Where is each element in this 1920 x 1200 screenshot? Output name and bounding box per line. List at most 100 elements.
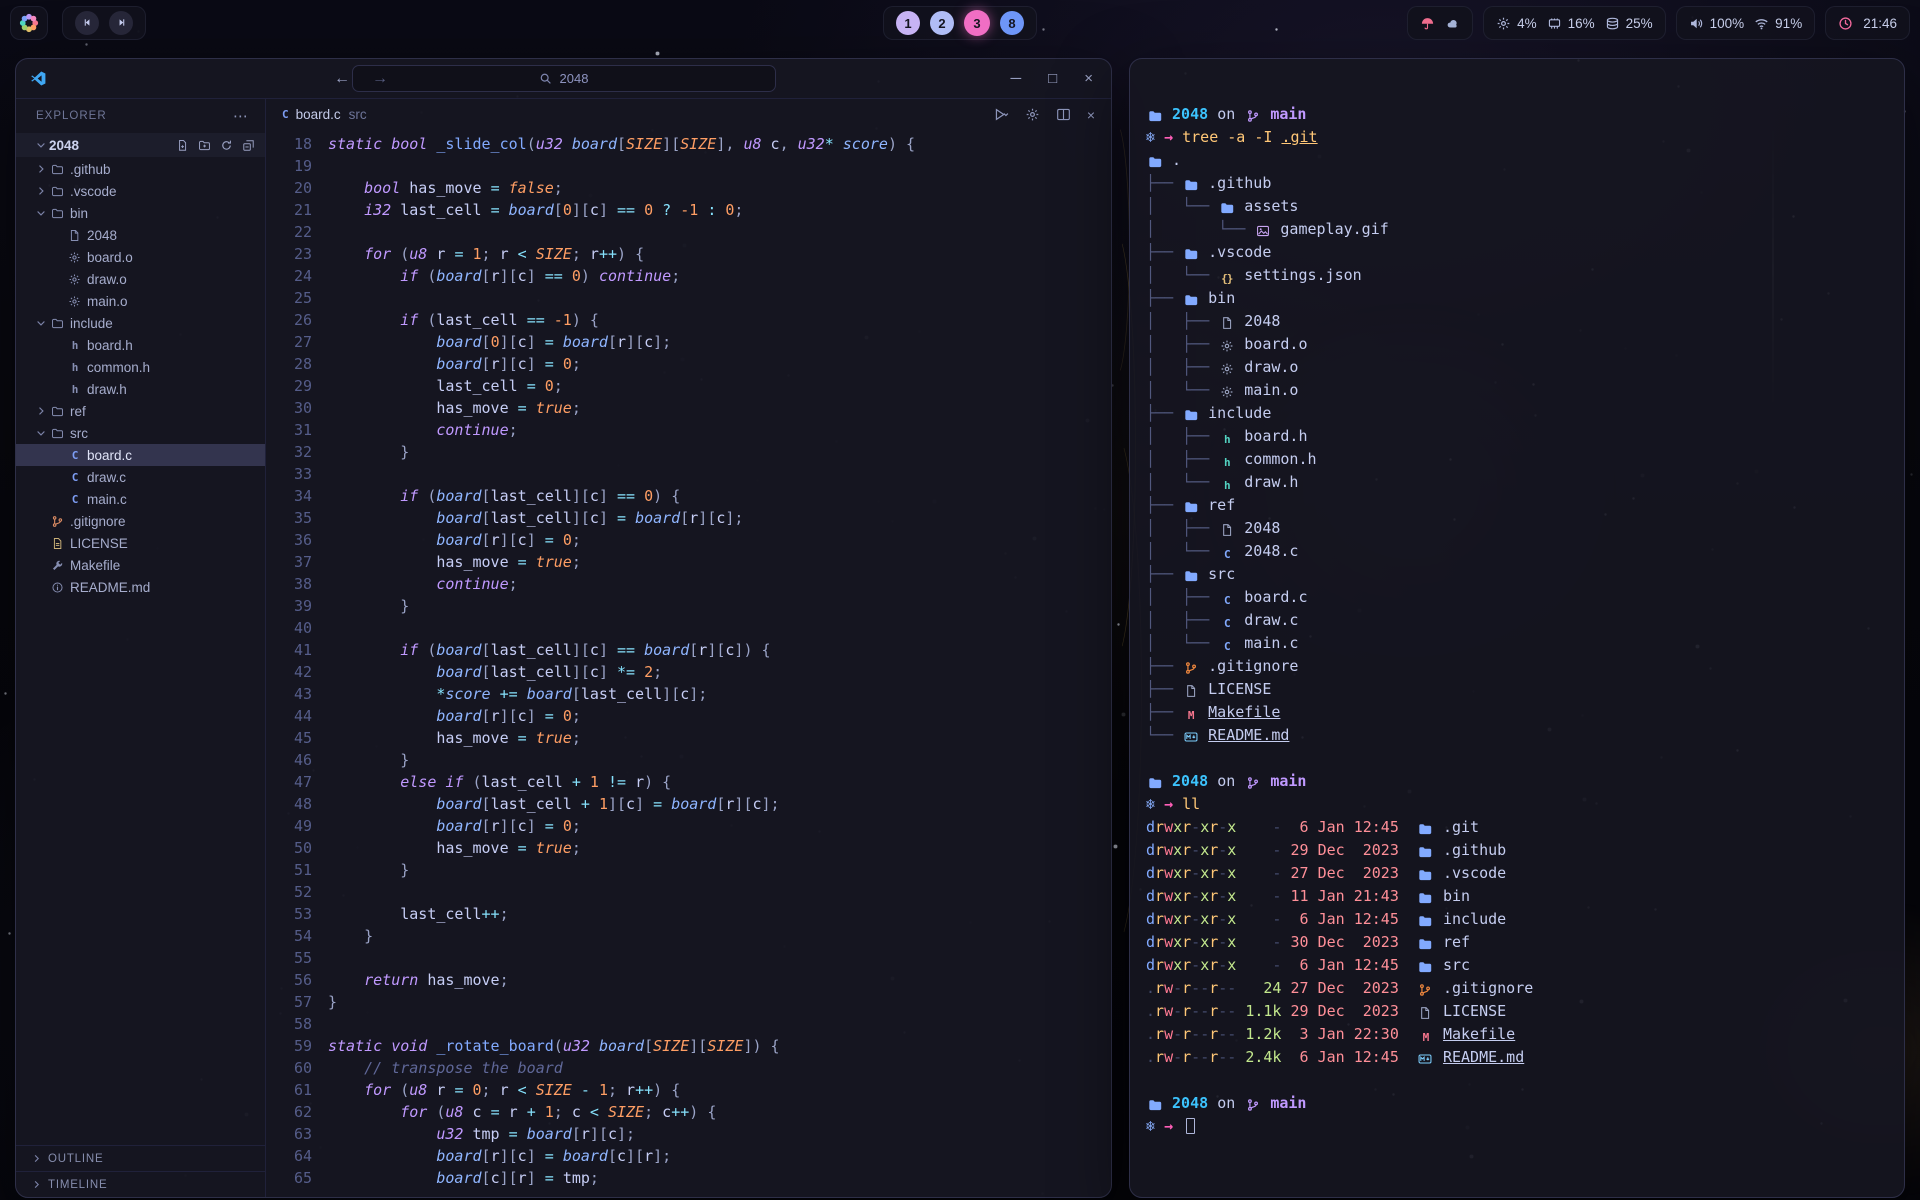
maximize-button[interactable]: □	[1048, 70, 1057, 87]
editor-settings-icon[interactable]	[1025, 107, 1040, 123]
code-line-50[interactable]: 50 has_move = true;	[266, 837, 1111, 859]
code-line-29[interactable]: 29 last_cell = 0;	[266, 375, 1111, 397]
code-line-18[interactable]: 18static bool _slide_col(u32 board[SIZE]…	[266, 133, 1111, 155]
close-editor-button[interactable]: ×	[1087, 107, 1095, 123]
explorer-item-2048[interactable]: 2048	[16, 224, 265, 246]
code-line-52[interactable]: 52	[266, 881, 1111, 903]
code-line-32[interactable]: 32 }	[266, 441, 1111, 463]
workspace-8[interactable]: 8	[1000, 11, 1024, 35]
explorer-item-.gitignore[interactable]: .gitignore	[16, 510, 265, 532]
explorer-root-folder[interactable]: 2048	[16, 133, 265, 157]
code-line-28[interactable]: 28 board[r][c] = 0;	[266, 353, 1111, 375]
outline-panel-header[interactable]: OUTLINE	[16, 1145, 265, 1171]
code-line-41[interactable]: 41 if (board[last_cell][c] == board[r][c…	[266, 639, 1111, 661]
new-file-button[interactable]	[176, 139, 189, 152]
new-folder-button[interactable]	[198, 139, 211, 152]
nav-back-button[interactable]: ←	[334, 70, 350, 88]
code-line-23[interactable]: 23 for (u8 r = 1; r < SIZE; r++) {	[266, 243, 1111, 265]
explorer-item-board.c[interactable]: Cboard.c	[16, 444, 265, 466]
vscode-titlebar[interactable]: ← → 2048 ─ □ ×	[16, 59, 1111, 99]
code-line-30[interactable]: 30 has_move = true;	[266, 397, 1111, 419]
minimize-button[interactable]: ─	[1011, 70, 1022, 87]
explorer-item-draw.o[interactable]: draw.o	[16, 268, 265, 290]
code-line-43[interactable]: 43 *score += board[last_cell][c];	[266, 683, 1111, 705]
explorer-item-include[interactable]: include	[16, 312, 265, 334]
code-line-33[interactable]: 33	[266, 463, 1111, 485]
nav-forward-button[interactable]: →	[372, 70, 388, 88]
code-line-53[interactable]: 53 last_cell++;	[266, 903, 1111, 925]
code-line-65[interactable]: 65 board[c][r] = tmp;	[266, 1167, 1111, 1189]
code-editor[interactable]: 18static bool _slide_col(u32 board[SIZE]…	[266, 130, 1111, 1197]
media-prev-button[interactable]	[75, 11, 99, 35]
refresh-explorer-button[interactable]	[220, 139, 233, 152]
terminal-window[interactable]: 2048 on main❄ → tree -a -I .git .├── .gi…	[1129, 58, 1905, 1198]
code-line-20[interactable]: 20 bool has_move = false;	[266, 177, 1111, 199]
close-button[interactable]: ×	[1084, 70, 1093, 87]
code-line-51[interactable]: 51 }	[266, 859, 1111, 881]
code-line-57[interactable]: 57}	[266, 991, 1111, 1013]
code-line-46[interactable]: 46 }	[266, 749, 1111, 771]
workspace-1[interactable]: 1	[896, 11, 920, 35]
code-line-31[interactable]: 31 continue;	[266, 419, 1111, 441]
explorer-item-common.h[interactable]: hcommon.h	[16, 356, 265, 378]
code-line-63[interactable]: 63 u32 tmp = board[r][c];	[266, 1123, 1111, 1145]
code-line-60[interactable]: 60 // transpose the board	[266, 1057, 1111, 1079]
explorer-item-draw.h[interactable]: hdraw.h	[16, 378, 265, 400]
code-line-40[interactable]: 40	[266, 617, 1111, 639]
line-number: 19	[266, 155, 312, 177]
breadcrumb-path[interactable]: src	[349, 107, 367, 122]
code-line-55[interactable]: 55	[266, 947, 1111, 969]
explorer-item-LICENSE[interactable]: LICENSE	[16, 532, 265, 554]
code-line-45[interactable]: 45 has_move = true;	[266, 727, 1111, 749]
explorer-item-main.c[interactable]: Cmain.c	[16, 488, 265, 510]
code-line-36[interactable]: 36 board[r][c] = 0;	[266, 529, 1111, 551]
explorer-item-main.o[interactable]: main.o	[16, 290, 265, 312]
explorer-item-.vscode[interactable]: .vscode	[16, 180, 265, 202]
code-line-58[interactable]: 58	[266, 1013, 1111, 1035]
workspace-3-active[interactable]: 3	[964, 10, 990, 36]
code-line-48[interactable]: 48 board[last_cell + 1][c] = board[r][c]…	[266, 793, 1111, 815]
explorer-more-icon[interactable]: ⋯	[233, 107, 249, 125]
code-line-39[interactable]: 39 }	[266, 595, 1111, 617]
explorer-item-ref[interactable]: ref	[16, 400, 265, 422]
code-line-37[interactable]: 37 has_move = true;	[266, 551, 1111, 573]
tree-output-line: │ └── {} settings.json	[1146, 264, 1904, 287]
code-line-59[interactable]: 59static void _rotate_board(u32 board[SI…	[266, 1035, 1111, 1057]
breadcrumb-file[interactable]: board.c	[296, 107, 341, 122]
explorer-item-README.md[interactable]: README.md	[16, 576, 265, 598]
explorer-item-board.h[interactable]: hboard.h	[16, 334, 265, 356]
code-line-21[interactable]: 21 i32 last_cell = board[0][c] == 0 ? -1…	[266, 199, 1111, 221]
code-line-26[interactable]: 26 if (last_cell == -1) {	[266, 309, 1111, 331]
code-line-25[interactable]: 25	[266, 287, 1111, 309]
code-line-56[interactable]: 56 return has_move;	[266, 969, 1111, 991]
code-line-24[interactable]: 24 if (board[r][c] == 0) continue;	[266, 265, 1111, 287]
code-line-49[interactable]: 49 board[r][c] = 0;	[266, 815, 1111, 837]
code-line-44[interactable]: 44 board[r][c] = 0;	[266, 705, 1111, 727]
timeline-panel-header[interactable]: TIMELINE	[16, 1171, 265, 1197]
code-line-61[interactable]: 61 for (u8 r = 0; r < SIZE - 1; r++) {	[266, 1079, 1111, 1101]
run-code-button[interactable]	[994, 107, 1009, 123]
explorer-item-bin[interactable]: bin	[16, 202, 265, 224]
code-line-19[interactable]: 19	[266, 155, 1111, 177]
code-line-27[interactable]: 27 board[0][c] = board[r][c];	[266, 331, 1111, 353]
workspace-2[interactable]: 2	[930, 11, 954, 35]
code-line-47[interactable]: 47 else if (last_cell + 1 != r) {	[266, 771, 1111, 793]
code-line-64[interactable]: 64 board[r][c] = board[c][r];	[266, 1145, 1111, 1167]
explorer-item-.github[interactable]: .github	[16, 158, 265, 180]
code-line-54[interactable]: 54 }	[266, 925, 1111, 947]
launcher-button[interactable]	[10, 6, 48, 40]
collapse-folders-button[interactable]	[242, 139, 255, 152]
code-line-34[interactable]: 34 if (board[last_cell][c] == 0) {	[266, 485, 1111, 507]
code-line-35[interactable]: 35 board[last_cell][c] = board[r][c];	[266, 507, 1111, 529]
explorer-item-src[interactable]: src	[16, 422, 265, 444]
explorer-item-draw.c[interactable]: Cdraw.c	[16, 466, 265, 488]
command-center-search[interactable]: 2048	[352, 65, 776, 92]
split-editor-button[interactable]	[1056, 107, 1071, 123]
code-line-42[interactable]: 42 board[last_cell][c] *= 2;	[266, 661, 1111, 683]
code-line-38[interactable]: 38 continue;	[266, 573, 1111, 595]
explorer-item-Makefile[interactable]: Makefile	[16, 554, 265, 576]
code-line-22[interactable]: 22	[266, 221, 1111, 243]
explorer-item-board.o[interactable]: board.o	[16, 246, 265, 268]
media-next-button[interactable]	[109, 11, 133, 35]
code-line-62[interactable]: 62 for (u8 c = r + 1; c < SIZE; c++) {	[266, 1101, 1111, 1123]
